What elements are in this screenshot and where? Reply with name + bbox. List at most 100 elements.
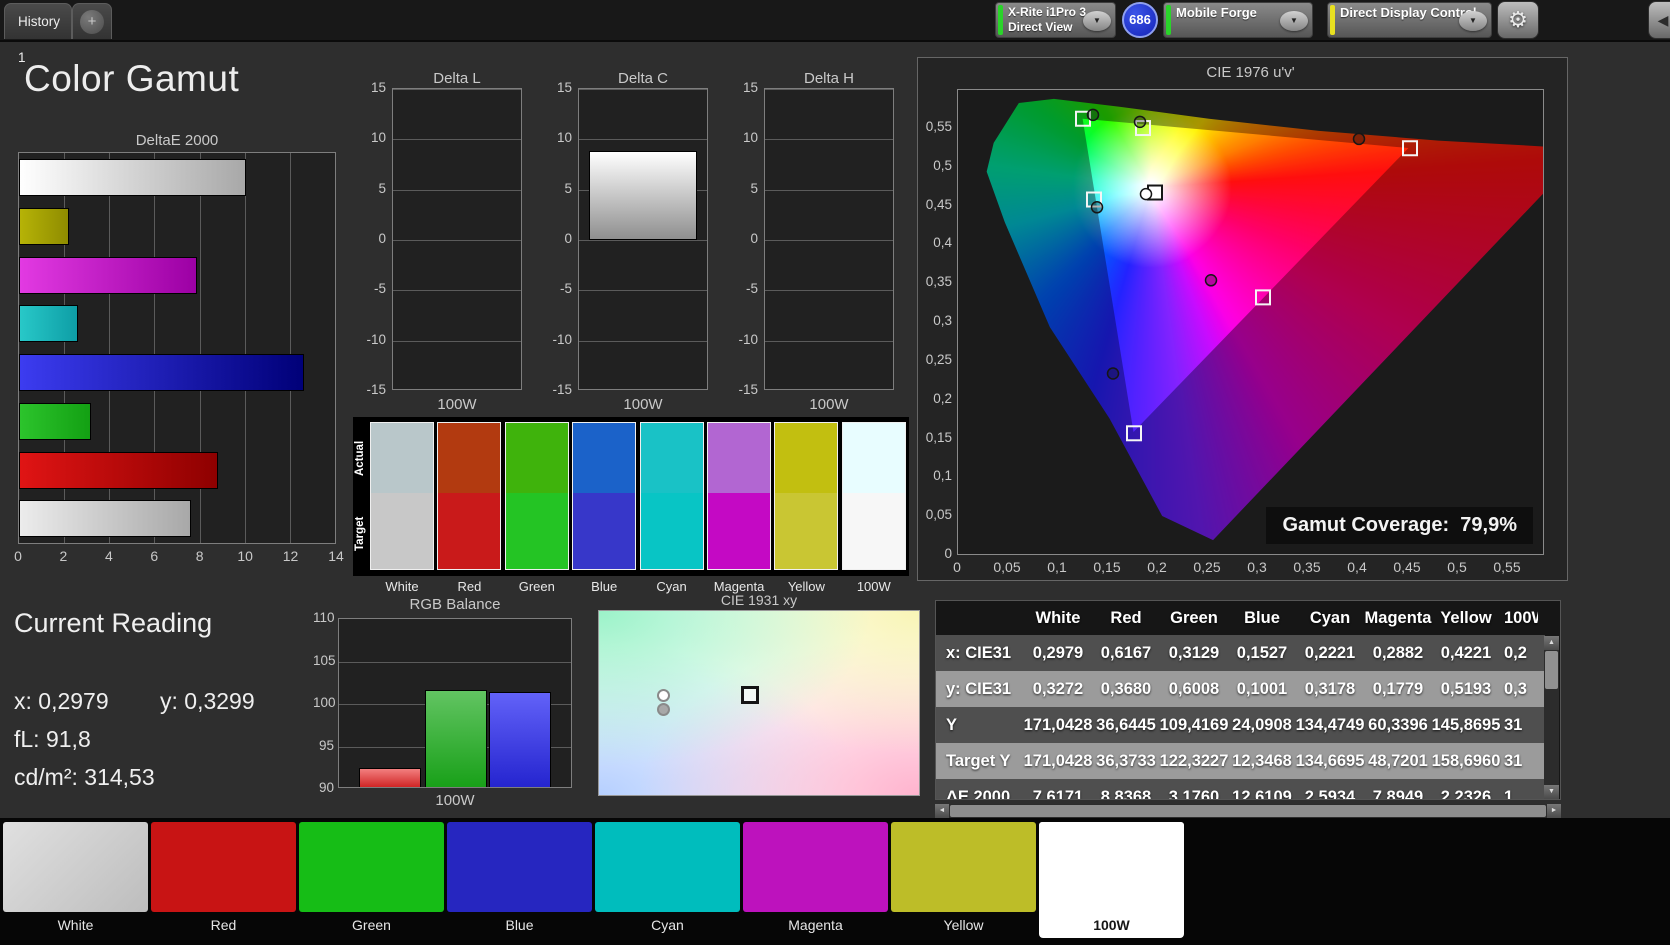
- scrollbar-thumb[interactable]: [1545, 651, 1558, 689]
- scroll-left-icon[interactable]: ◄: [935, 804, 949, 818]
- row-label: x: CIE31: [946, 643, 1012, 662]
- collapse-panel-button[interactable]: ◀: [1648, 1, 1670, 39]
- axis-tick-label: -15: [738, 382, 758, 397]
- table-vertical-scrollbar[interactable]: ▲ ▼: [1544, 636, 1559, 799]
- axis-tick-label: -15: [366, 382, 386, 397]
- axis-tick-label: 10: [370, 130, 386, 146]
- patch-tile: [891, 822, 1036, 912]
- actual-swatch: [573, 423, 636, 493]
- actual-swatch: [505, 423, 568, 493]
- table-cell: 171,0428: [1023, 715, 1093, 734]
- axis-tick-label: 0,55: [1493, 559, 1521, 575]
- gamut-coverage-value: 79,9%: [1460, 514, 1517, 536]
- patch-button-yellow[interactable]: Yellow: [891, 822, 1036, 938]
- patch-button-magenta[interactable]: Magenta: [743, 822, 888, 938]
- gear-icon: ⚙: [1508, 7, 1528, 32]
- measured-marker-white: [1139, 187, 1153, 201]
- patch-button-green[interactable]: Green: [299, 822, 444, 938]
- calibration-app-window: History 1 + X-Rite i1Pro 3 Direct View ▼ …: [0, 0, 1670, 945]
- delta-lch-charts: Delta L 15 10 5 0 -5 -10 -15 100W Delta C 15 10 5 0 -5…: [358, 70, 920, 418]
- deltae-bar-white: [19, 500, 191, 538]
- patch-tile: [1039, 822, 1184, 912]
- swatch-column-red: [437, 422, 502, 570]
- scroll-up-icon[interactable]: ▲: [1544, 636, 1559, 650]
- grid-line: [765, 139, 893, 141]
- axis-tick-label: -10: [738, 331, 758, 347]
- patch-tile: [151, 822, 296, 912]
- deltae-bar-magenta: [19, 256, 198, 294]
- axis-tick-label: 10: [237, 548, 253, 564]
- patch-label: 100W: [1093, 917, 1130, 933]
- chevron-left-icon: ◀: [1657, 12, 1669, 28]
- axis-tick-label: 0,4: [1347, 559, 1367, 575]
- scrollbar-thumb[interactable]: [950, 805, 1546, 817]
- delta-plot-area: [392, 88, 522, 390]
- reading-x: x: 0,2979: [14, 688, 109, 714]
- axis-tick-label: 0,35: [925, 274, 952, 290]
- source-dropdown[interactable]: Mobile Forge ▼: [1163, 2, 1313, 38]
- table-cell: 8,8368: [1100, 787, 1152, 800]
- grid-line: [393, 139, 521, 141]
- measured-marker-red: [1352, 132, 1366, 146]
- meter-status-stripe: [998, 5, 1003, 35]
- measurement-table: White Red Green Blue Cyan Magenta Yellow 100W x:…: [935, 600, 1561, 800]
- table-cell: 0,1527: [1236, 643, 1288, 662]
- axis-tick-label: 10: [556, 130, 572, 146]
- actual-target-swatch-strip: Actual Target White Red Green Blue Cyan Magenta…: [353, 417, 909, 599]
- grid-line: [765, 89, 893, 90]
- axis-tick-label: 2: [59, 548, 68, 564]
- patch-tile: [743, 822, 888, 912]
- page-title: Color Gamut: [24, 58, 240, 99]
- column-header-white: White: [1035, 608, 1081, 627]
- target-marker-blue: [1126, 425, 1142, 442]
- axis-tick-label: 0,1: [1047, 559, 1067, 575]
- deltae-plot-area: [18, 152, 336, 544]
- settings-button[interactable]: ⚙: [1497, 1, 1539, 39]
- table-cell: 0,2882: [1372, 643, 1424, 662]
- table-row: Target Y 171,0428 36,3733 122,3227 12,3468 13…: [936, 743, 1545, 779]
- table-cell: 109,4169: [1159, 715, 1229, 734]
- column-header-cyan: Cyan: [1309, 608, 1351, 627]
- axis-tick-label: 14: [328, 548, 344, 564]
- deltae-bar-yellow: [19, 207, 70, 245]
- axis-tick-label: 0,5: [933, 157, 952, 173]
- table-horizontal-scrollbar[interactable]: ◄ ►: [935, 804, 1561, 818]
- deltae-bar-100w: [19, 159, 246, 196]
- table-cell: 171,0428: [1023, 751, 1093, 770]
- patch-button-white[interactable]: White: [3, 822, 148, 938]
- patch-tile: [299, 822, 444, 912]
- patch-button-100w[interactable]: 100W: [1039, 822, 1184, 938]
- patch-button-red[interactable]: Red: [151, 822, 296, 938]
- row-label: ΔE 2000: [946, 787, 1011, 800]
- axis-tick-label: 0: [944, 546, 952, 561]
- grid-line: [579, 290, 707, 292]
- actual-swatch: [371, 423, 433, 493]
- reading-fl: fL: 91,8: [14, 726, 91, 752]
- table-cell: 0,3272: [1032, 679, 1084, 698]
- table-cell: 0,6167: [1100, 643, 1152, 662]
- patch-button-cyan[interactable]: Cyan: [595, 822, 740, 938]
- patch-button-blue[interactable]: Blue: [447, 822, 592, 938]
- row-label: Target Y: [946, 751, 1011, 770]
- column-header-blue: Blue: [1244, 608, 1280, 627]
- table-cell: 0,3129: [1168, 643, 1220, 662]
- table-cell: 24,0908: [1232, 715, 1292, 734]
- scroll-right-icon[interactable]: ►: [1547, 804, 1561, 818]
- axis-tick-label: 5: [564, 180, 572, 196]
- tab-history-1[interactable]: History 1: [4, 3, 72, 65]
- reading-cdm2: cd/m²: 314,53: [14, 764, 155, 790]
- axis-tick-label: 0: [564, 231, 572, 246]
- target-marker-square: [740, 685, 759, 704]
- new-tab-button[interactable]: +: [72, 3, 112, 39]
- display-control-dropdown[interactable]: Direct Display Control ▼: [1327, 2, 1492, 38]
- meter-dropdown[interactable]: X-Rite i1Pro 3 Direct View ▼: [995, 2, 1116, 38]
- actual-row-label: Actual: [354, 440, 366, 476]
- table-row: ΔE 2000 7,6171 8,8368 3,1760 12,6109 2,5934 7,…: [936, 779, 1545, 800]
- chart-title: Delta H: [803, 70, 855, 87]
- axis-tick-label: 0,25: [1193, 559, 1221, 575]
- chart-title: CIE 1976 u'v': [1206, 64, 1295, 81]
- axis-tick-label: -15: [552, 382, 572, 397]
- column-header-green: Green: [1170, 608, 1218, 627]
- rgb-x-axis-label: 100W: [435, 792, 475, 809]
- scroll-down-icon[interactable]: ▼: [1544, 785, 1559, 799]
